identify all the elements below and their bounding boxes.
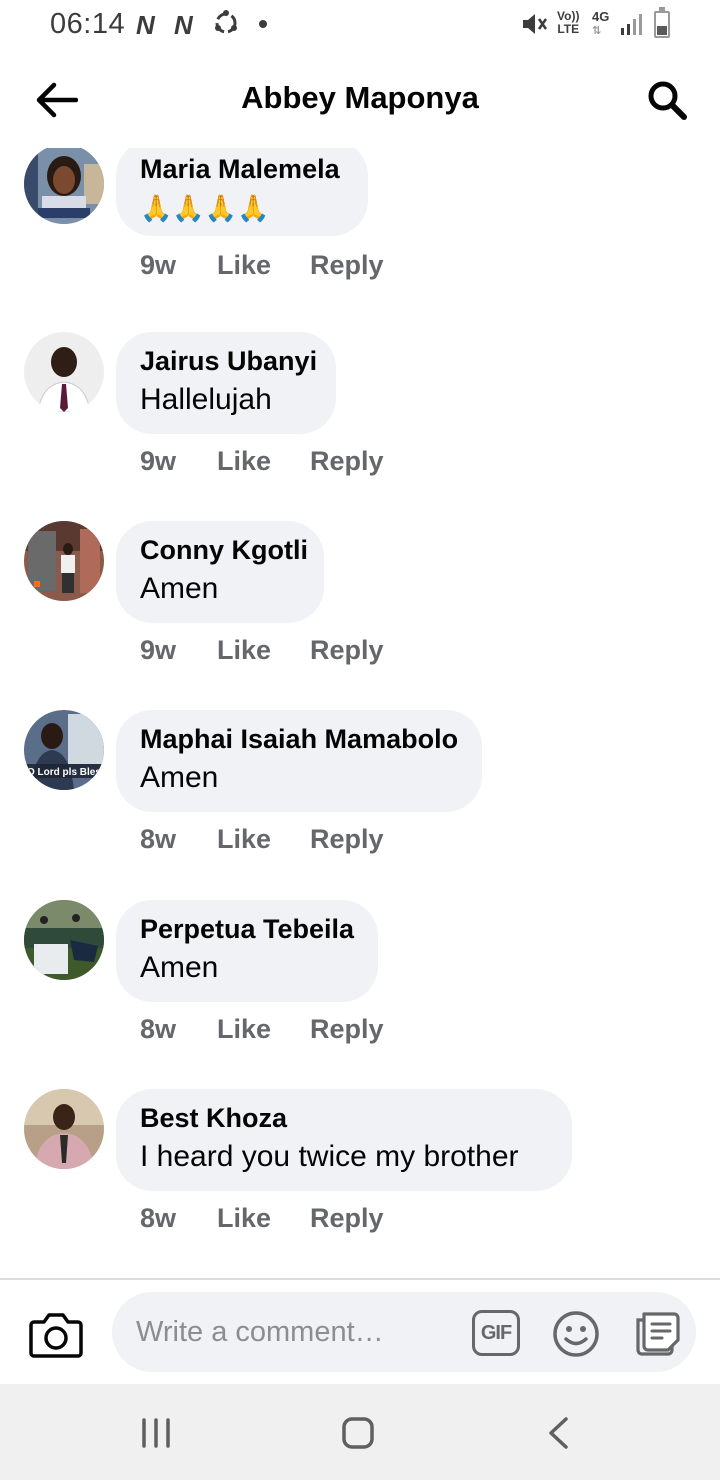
comment-actions: 9w Like Reply <box>140 635 384 666</box>
comment-author[interactable]: Maphai Isaiah Mamabolo <box>140 724 458 754</box>
sync-icon <box>215 10 237 34</box>
notification-dot-icon <box>259 20 267 28</box>
search-button[interactable] <box>642 74 692 126</box>
comment-author[interactable]: Jairus Ubanyi <box>140 346 317 376</box>
reply-button[interactable]: Reply <box>310 446 384 477</box>
comment-text: Amen <box>140 572 219 605</box>
comment-actions: 8w Like Reply <box>140 824 384 855</box>
chevron-left-icon[interactable] <box>546 1416 572 1450</box>
comment-time[interactable]: 9w <box>140 446 217 477</box>
reply-button[interactable]: Reply <box>310 824 384 855</box>
comment-text: Amen <box>140 761 219 794</box>
battery-icon <box>654 7 670 38</box>
reply-button[interactable]: Reply <box>310 635 384 666</box>
gif-button[interactable]: GIF <box>472 1310 520 1356</box>
comments-list: Maria Malemela 🙏🙏🙏🙏 9w Like Reply Jairus… <box>0 148 720 1278</box>
comment-time[interactable]: 8w <box>140 824 217 855</box>
home-icon[interactable] <box>341 1416 375 1450</box>
system-nav-bar <box>0 1384 720 1480</box>
network-type-label: 4G <box>592 9 610 24</box>
avatar[interactable] <box>24 332 104 412</box>
comment-time[interactable]: 8w <box>140 1203 217 1234</box>
status-time: 06:14 <box>50 8 126 40</box>
comment-text: Amen <box>140 951 219 984</box>
avatar[interactable] <box>24 1089 104 1169</box>
mute-icon <box>523 14 548 34</box>
page-title: Abbey Maponya <box>241 80 479 115</box>
network-badge-icon: N <box>174 10 193 40</box>
network-type: 4G ⇅ <box>592 10 609 38</box>
comment-author[interactable]: Maria Malemela <box>140 154 344 184</box>
comment-time[interactable]: 9w <box>140 635 217 666</box>
avatar[interactable] <box>24 521 104 601</box>
reply-button[interactable]: Reply <box>310 1014 384 1045</box>
reply-button[interactable]: Reply <box>310 1203 384 1234</box>
comment-item: Conny Kgotli Amen 9w Like Reply <box>0 521 720 691</box>
volte-indicator: Vo)) LTE <box>557 10 579 36</box>
comment-author[interactable]: Perpetua Tebeila <box>140 914 354 944</box>
avatar[interactable]: O Lord pls Bless <box>24 710 104 790</box>
like-button[interactable]: Like <box>217 1014 310 1045</box>
like-button[interactable]: Like <box>217 250 310 281</box>
volte-bottom-label: LTE <box>557 22 580 36</box>
comment-bubble[interactable]: Best Khoza I heard you twice my brother <box>116 1089 572 1191</box>
comment-actions: 9w Like Reply <box>140 446 384 477</box>
comment-bubble[interactable]: Conny Kgotli Amen <box>116 521 324 623</box>
comment-actions: 8w Like Reply <box>140 1203 384 1234</box>
recents-icon[interactable] <box>140 1418 172 1448</box>
like-button[interactable]: Like <box>217 446 310 477</box>
smiley-icon[interactable] <box>552 1310 600 1358</box>
status-bar: 06:14 N N Vo)) LTE 4G ⇅ <box>0 0 720 52</box>
avatar[interactable] <box>24 900 104 980</box>
comment-item: Maria Malemela 🙏🙏🙏🙏 9w Like Reply <box>0 148 720 310</box>
search-icon <box>648 81 687 120</box>
reply-button[interactable]: Reply <box>310 250 384 281</box>
comment-item: Perpetua Tebeila Amen 8w Like Reply <box>0 900 720 1070</box>
comment-actions: 9w Like Reply <box>140 250 384 281</box>
like-button[interactable]: Like <box>217 824 310 855</box>
avatar[interactable] <box>24 148 104 224</box>
comment-text: 🙏🙏🙏🙏 <box>140 193 270 223</box>
sticker-icon[interactable] <box>632 1308 682 1358</box>
comment-item: Jairus Ubanyi Hallelujah 9w Like Reply <box>0 332 720 502</box>
comment-item: Best Khoza I heard you twice my brother … <box>0 1089 720 1259</box>
comment-item: O Lord pls Bless Maphai Isaiah Mamabolo … <box>0 710 720 880</box>
camera-icon <box>29 1313 83 1358</box>
like-button[interactable]: Like <box>217 635 310 666</box>
comment-composer: GIF <box>0 1278 720 1384</box>
comment-bubble[interactable]: Perpetua Tebeila Amen <box>116 900 378 1002</box>
network-badge-icon: N <box>136 10 155 40</box>
signal-icon <box>621 14 642 35</box>
comment-input[interactable] <box>112 1292 696 1372</box>
comment-author[interactable]: Best Khoza <box>140 1103 548 1133</box>
comment-actions: 8w Like Reply <box>140 1014 384 1045</box>
like-button[interactable]: Like <box>217 1203 310 1234</box>
comment-text: I heard you twice my brother <box>140 1140 519 1173</box>
avatar-caption: O Lord pls Bless <box>27 767 104 778</box>
comment-time[interactable]: 9w <box>140 250 217 281</box>
header: Abbey Maponya <box>0 52 720 148</box>
comment-time[interactable]: 8w <box>140 1014 217 1045</box>
comment-bubble[interactable]: Maphai Isaiah Mamabolo Amen <box>116 710 482 812</box>
comment-bubble[interactable]: Maria Malemela 🙏🙏🙏🙏 <box>116 148 368 236</box>
comment-bubble[interactable]: Jairus Ubanyi Hallelujah <box>116 332 336 434</box>
camera-button[interactable] <box>28 1310 84 1360</box>
data-arrows-icon: ⇅ <box>592 25 602 37</box>
comment-author[interactable]: Conny Kgotli <box>140 535 308 565</box>
comment-text: Hallelujah <box>140 383 272 416</box>
